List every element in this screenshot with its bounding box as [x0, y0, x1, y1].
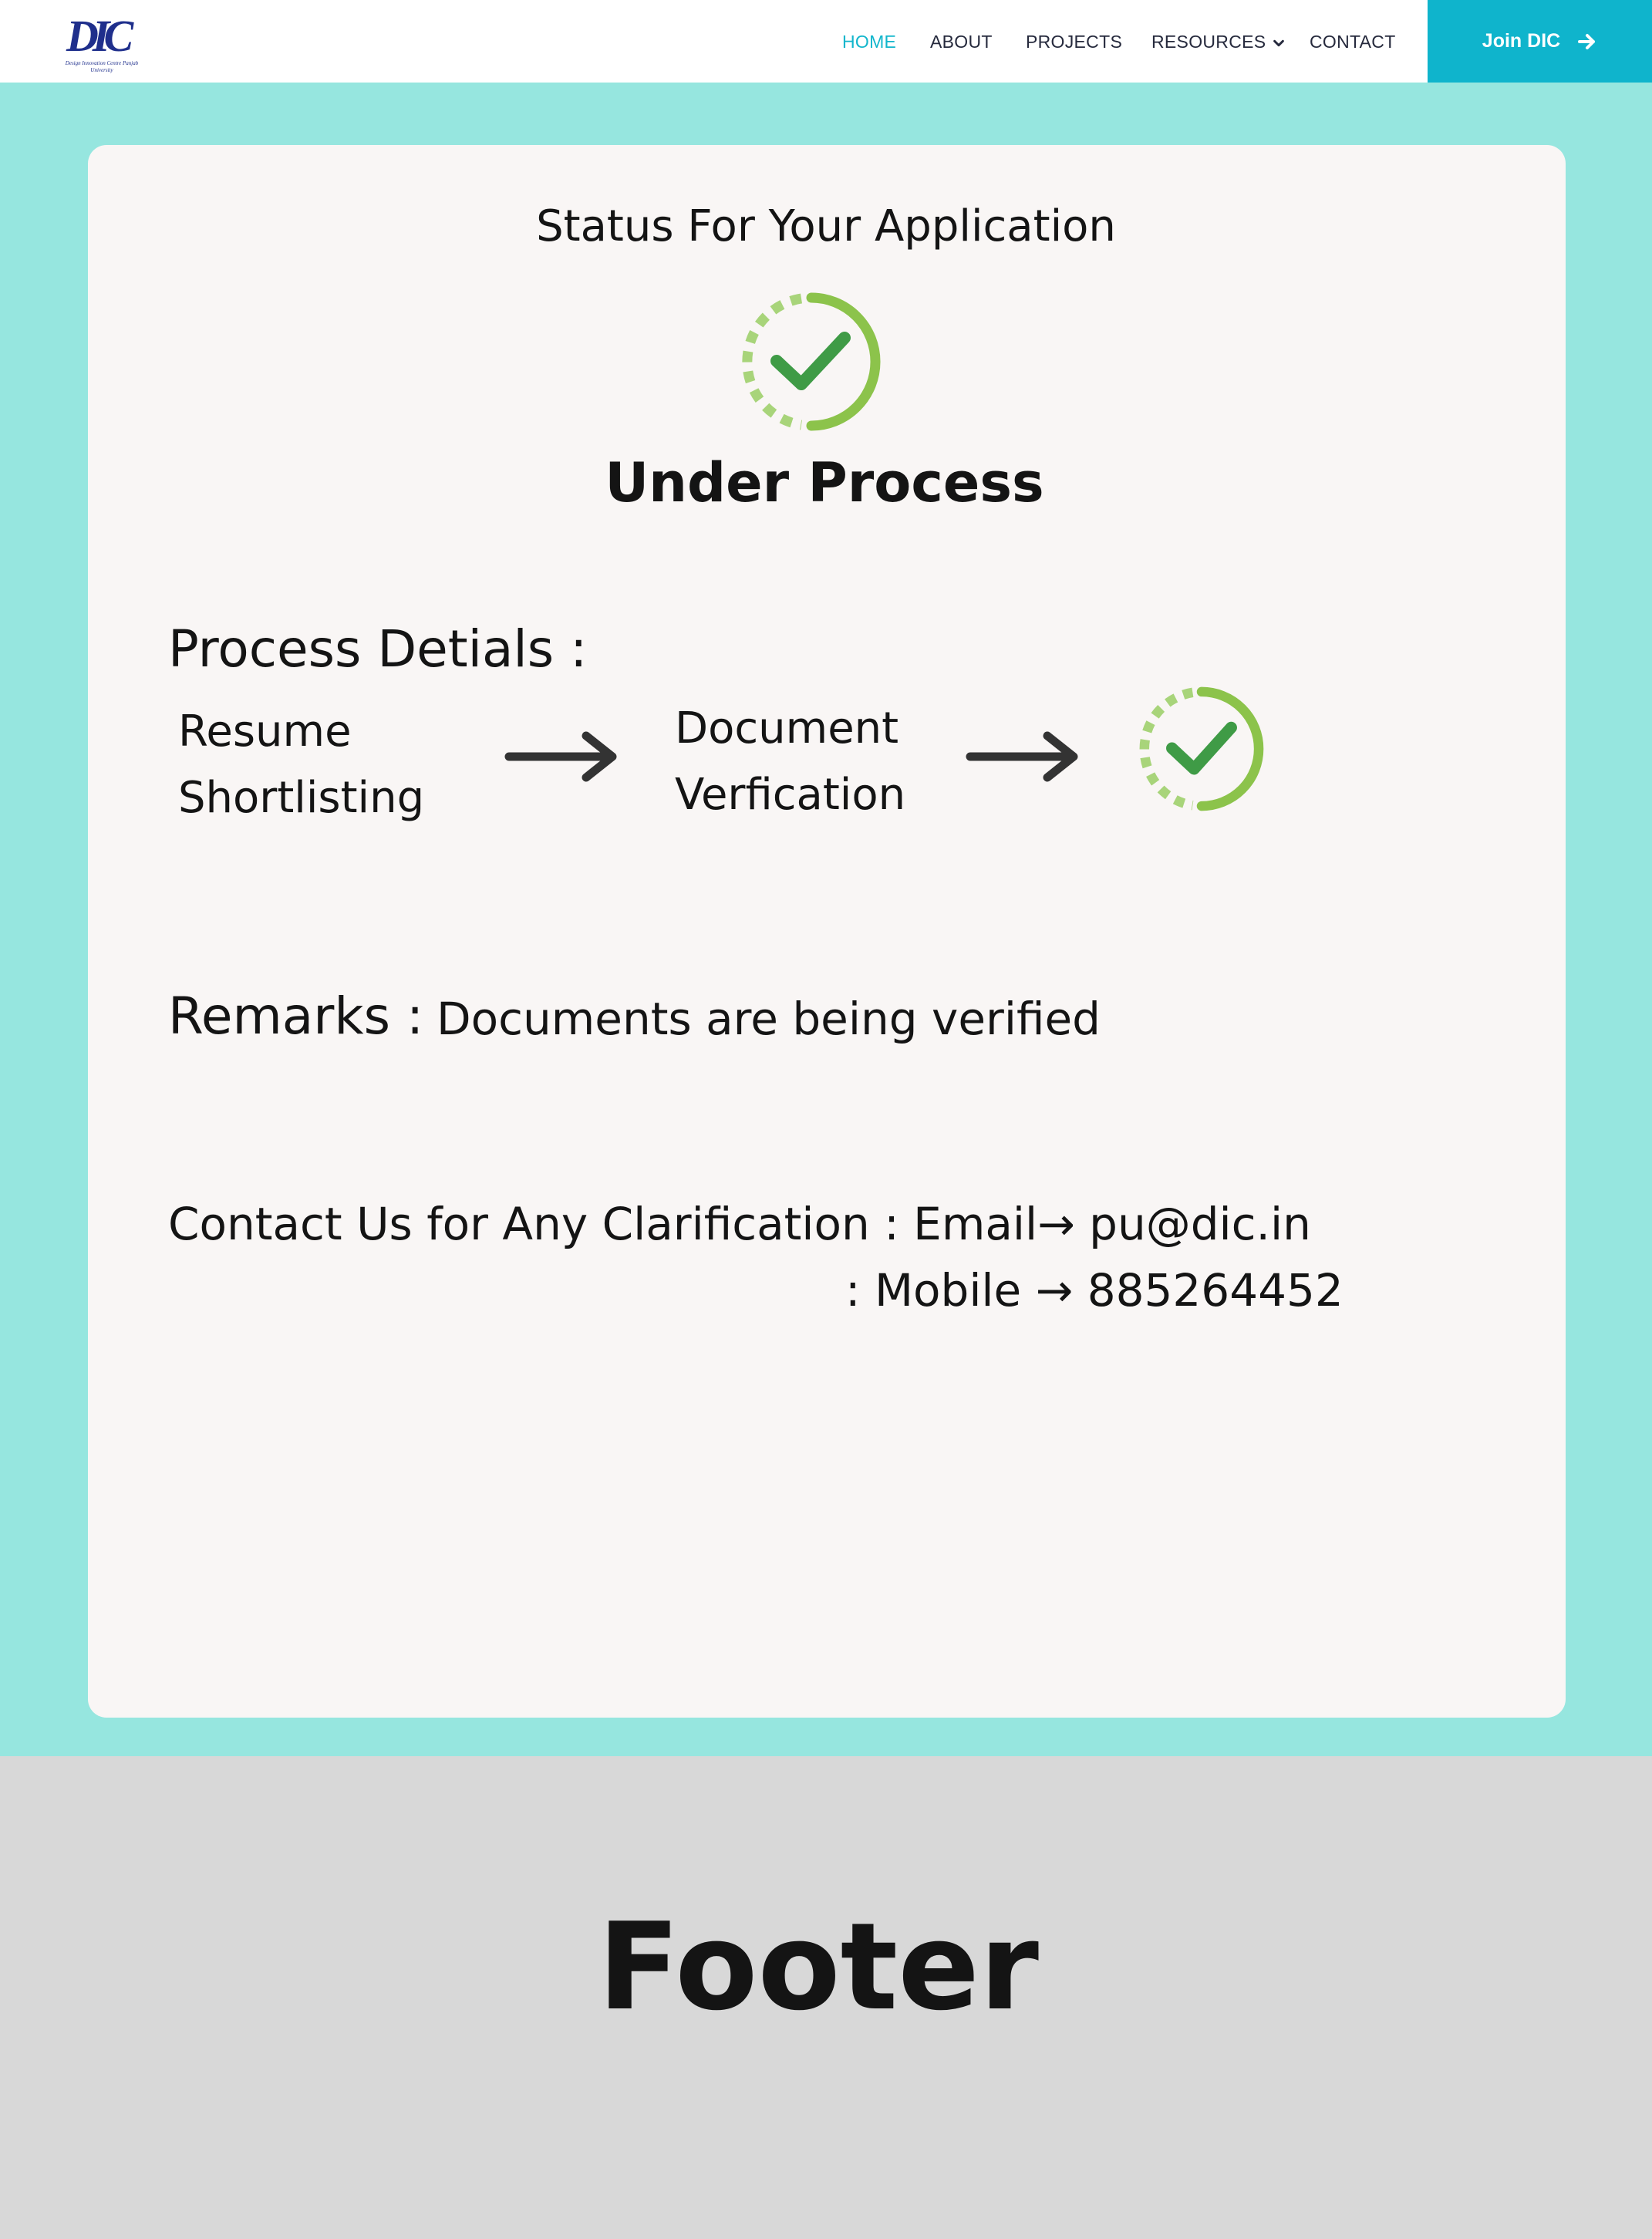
join-dic-button[interactable]: Join DIC	[1428, 0, 1652, 83]
step-line: Verfication	[675, 770, 906, 820]
site-header: DIC Design Innovation Centre Panjab Univ…	[0, 0, 1652, 83]
step-line: Resume	[178, 706, 352, 757]
logo-tagline: Design Innovation Centre Panjab Universi…	[65, 60, 139, 73]
remarks-label: Remarks :	[168, 986, 424, 1046]
step-resume-shortlisting: Resume Shortlisting	[178, 699, 424, 831]
chevron-down-icon	[1273, 39, 1285, 47]
check-circle-progress-icon	[1139, 686, 1264, 811]
remarks-value: Documents are being verified	[437, 993, 1101, 1045]
nav-contact[interactable]: CONTACT	[1310, 31, 1396, 52]
footer-title: Footer	[598, 1897, 1039, 2037]
nav-resources[interactable]: RESOURCES	[1151, 31, 1286, 52]
step-document-verification: Document Verfication	[675, 696, 905, 828]
dic-logo[interactable]: DIC Design Innovation Centre Panjab Univ…	[62, 11, 139, 73]
process-details-label: Process Detials :	[168, 619, 588, 679]
contact-email-line: Contact Us for Any Clarification : Email…	[168, 1198, 1311, 1250]
join-dic-label: Join DIC	[1482, 30, 1561, 52]
check-circle-progress-icon	[742, 292, 881, 431]
logo-mark: DIC	[66, 11, 133, 61]
arrow-right-icon	[1578, 33, 1596, 49]
status-title: Status For Your Application	[536, 201, 1116, 251]
long-arrow-right-icon	[504, 731, 617, 782]
nav-home[interactable]: HOME	[842, 31, 896, 52]
status-value: Under Process	[605, 451, 1044, 514]
step-line: Document	[675, 703, 899, 754]
nav-about[interactable]: ABOUT	[930, 31, 993, 52]
step-line: Shortlisting	[178, 773, 425, 823]
long-arrow-right-icon	[966, 731, 1078, 782]
contact-mobile-line: : Mobile → 885264452	[845, 1264, 1344, 1317]
nav-projects[interactable]: PROJECTS	[1026, 31, 1122, 52]
nav-resources-label: RESOURCES	[1151, 32, 1266, 52]
